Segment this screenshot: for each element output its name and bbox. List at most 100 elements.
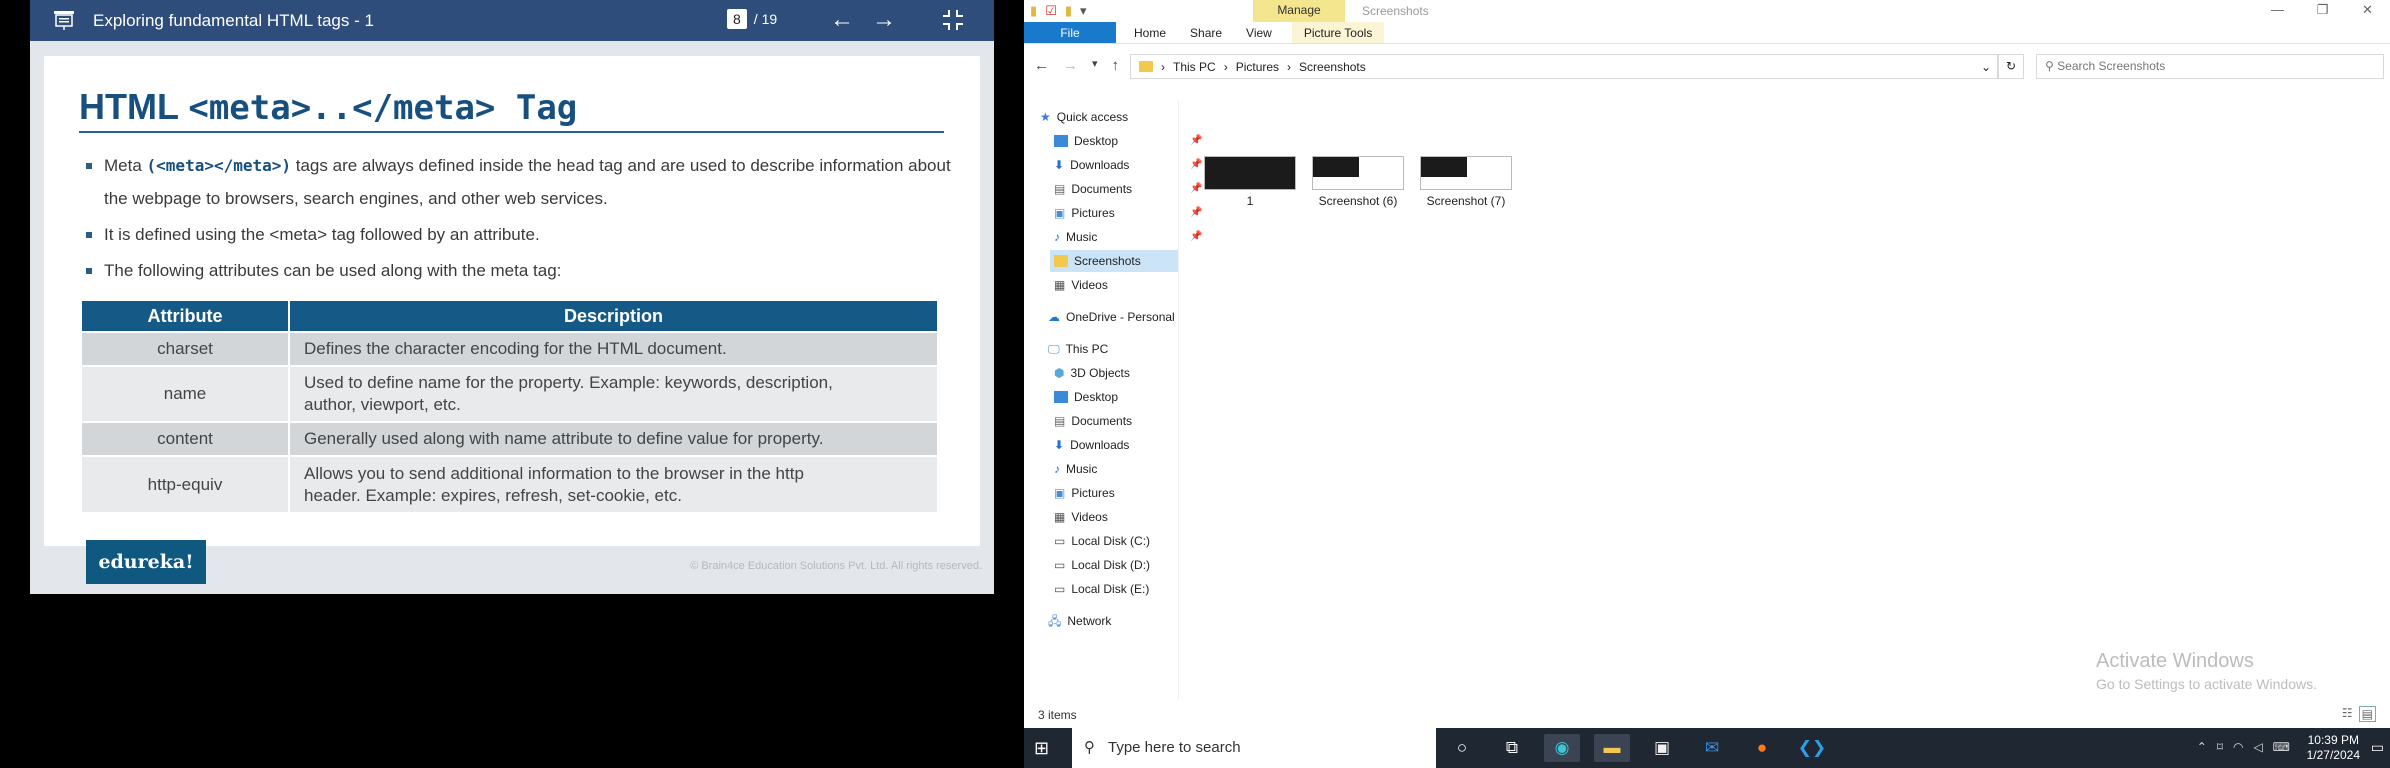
cell-description: Allows you to send additional informatio…	[289, 455, 937, 512]
nav-item-videos[interactable]: ▦ Videos	[1054, 506, 1108, 528]
chevron-up-icon[interactable]: ⌃	[2197, 740, 2207, 754]
address-dropdown-icon[interactable]: ⌄	[1981, 60, 1991, 74]
cortana-icon[interactable]: ○	[1444, 734, 1480, 762]
nav-item-documents[interactable]: ▤ Documents 📌	[1054, 178, 1202, 200]
bullet-item: Meta (<meta></meta>) tags are always def…	[84, 149, 954, 215]
clock-time: 10:39 PM	[2307, 733, 2359, 747]
nav-item-local-disk-d[interactable]: ▭ Local Disk (D:)	[1054, 554, 1150, 576]
document-icon: ▤	[1054, 182, 1066, 196]
next-arrow-icon[interactable]: →	[872, 8, 896, 32]
cell-description: Generally used along with name attribute…	[289, 421, 937, 456]
bluetooth-icon[interactable]: ⌑	[2217, 740, 2223, 754]
exit-fullscreen-icon[interactable]	[942, 9, 964, 31]
bullet-item: The following attributes can be used alo…	[84, 254, 954, 287]
volume-icon[interactable]: ◁	[2253, 740, 2262, 754]
nav-label: Desktop	[1074, 390, 1119, 404]
address-bar-row: ← → ▾ ↑ › This PC › Pictures › Screensho…	[1024, 52, 2390, 81]
manage-context-tab[interactable]: Manage	[1253, 0, 1345, 22]
taskbar-search-input[interactable]: ⚲ Type here to search	[1072, 728, 1436, 768]
cloud-icon: ☁	[1048, 310, 1060, 324]
nav-item-screenshots[interactable]: Screenshots	[1050, 250, 1178, 272]
tab-share[interactable]: Share	[1178, 22, 1234, 43]
nav-label: Documents	[1071, 182, 1133, 196]
breadcrumb-this-pc[interactable]: This PC	[1173, 60, 1216, 74]
minimize-icon[interactable]: —	[2255, 0, 2300, 20]
desktop-icon	[1054, 391, 1068, 403]
restore-icon[interactable]: ❐	[2300, 0, 2345, 20]
keyboard-icon[interactable]: ⌨	[2273, 740, 2290, 754]
file-name: 1	[1246, 194, 1254, 208]
nav-item-pictures[interactable]: ▣ Pictures 📌	[1054, 202, 1202, 224]
up-arrow-icon[interactable]: ↑	[1112, 57, 1120, 74]
file-item[interactable]: Screenshot (6)	[1312, 156, 1404, 208]
navigation-buttons: ← → ▾ ↑	[1034, 57, 1119, 74]
col-header-description: Description	[289, 301, 937, 332]
edge-icon[interactable]: ◉	[1544, 734, 1580, 762]
customize-dropdown-icon[interactable]: ▾	[1080, 3, 1087, 19]
close-icon[interactable]: ✕	[2345, 0, 2390, 20]
recent-dropdown-icon[interactable]: ▾	[1092, 57, 1098, 74]
tab-view[interactable]: View	[1234, 22, 1284, 43]
file-explorer-icon[interactable]: ▬	[1594, 734, 1630, 762]
breadcrumb-screenshots[interactable]: Screenshots	[1299, 60, 1366, 74]
nav-onedrive[interactable]: ☁ OneDrive - Personal	[1048, 306, 1175, 328]
nav-this-pc[interactable]: 🖵 This PC	[1048, 338, 1108, 360]
viewer-window: Exploring fundamental HTML tags - 1 8 / …	[30, 0, 994, 594]
file-item[interactable]: Screenshot (7)	[1420, 156, 1512, 208]
cell-description: Used to define name for the property. Ex…	[289, 365, 937, 422]
page-current-input[interactable]: 8	[727, 9, 747, 29]
address-bar[interactable]: › This PC › Pictures › Screenshots ⌄	[1130, 54, 1998, 79]
refresh-icon[interactable]: ↻	[1998, 54, 2024, 79]
taskbar-search-placeholder: Type here to search	[1108, 739, 1241, 756]
tab-picture-tools[interactable]: Picture Tools	[1291, 22, 1385, 43]
mail-icon[interactable]: ✉	[1694, 734, 1730, 762]
slide-title-html: HTML	[79, 86, 179, 127]
nav-item-videos[interactable]: ▦ Videos	[1054, 274, 1108, 296]
large-icons-view-icon[interactable]: ▤	[2358, 706, 2376, 722]
previous-arrow-icon[interactable]: ←	[830, 8, 854, 32]
nav-network[interactable]: 🖧 Network	[1048, 610, 1111, 632]
nav-label: 3D Objects	[1070, 366, 1130, 380]
forward-arrow-icon[interactable]: →	[1063, 57, 1078, 74]
nav-label: Pictures	[1071, 486, 1115, 500]
details-view-icon[interactable]: ☷	[2342, 706, 2353, 722]
back-arrow-icon[interactable]: ←	[1034, 57, 1049, 74]
firefox-icon[interactable]: ●	[1744, 734, 1780, 762]
nav-item-downloads[interactable]: ⬇ Downloads 📌	[1054, 154, 1202, 176]
search-input[interactable]: ⚲ Search Screenshots	[2036, 54, 2384, 79]
view-toggles: ☷ ▤	[2342, 706, 2376, 722]
copyright-text: © Brain4ce Education Solutions Pvt. Ltd.…	[690, 560, 982, 572]
file-item[interactable]: 1	[1204, 156, 1296, 208]
nav-item-documents[interactable]: ▤ Documents	[1054, 410, 1132, 432]
new-folder-icon[interactable]: ▮	[1065, 3, 1072, 19]
slide-title: HTML <meta>..</meta> Tag	[79, 86, 577, 128]
pin-icon: 📌	[1190, 231, 1203, 242]
tab-home[interactable]: Home	[1116, 22, 1178, 43]
store-icon[interactable]: ▣	[1644, 734, 1680, 762]
properties-icon[interactable]: ☑	[1045, 3, 1057, 19]
chevron-right-icon: ›	[1287, 59, 1292, 74]
pin-icon: 📌	[1190, 183, 1203, 194]
nav-item-music[interactable]: ♪ Music 📌	[1054, 226, 1202, 248]
windows-start-icon[interactable]: ⊞	[1034, 738, 1049, 759]
task-view-icon[interactable]: ⧉	[1494, 734, 1530, 762]
nav-item-local-disk-c[interactable]: ▭ Local Disk (C:)	[1054, 530, 1150, 552]
vscode-icon[interactable]: ❮❯	[1794, 734, 1830, 762]
wifi-icon[interactable]: ◠	[2233, 740, 2243, 754]
nav-item-desktop[interactable]: Desktop 📌	[1054, 130, 1202, 152]
thumbnail	[1204, 156, 1296, 190]
table-row: name Used to define name for the property…	[82, 365, 937, 422]
tab-file[interactable]: File	[1024, 22, 1116, 43]
nav-item-pictures[interactable]: ▣ Pictures	[1054, 482, 1115, 504]
cell-description: Defines the character encoding for the H…	[289, 331, 937, 366]
clock[interactable]: 10:39 PM 1/27/2024	[2307, 733, 2360, 763]
nav-item-desktop[interactable]: Desktop	[1054, 386, 1118, 408]
nav-item-local-disk-e[interactable]: ▭ Local Disk (E:)	[1054, 578, 1149, 600]
breadcrumb-pictures[interactable]: Pictures	[1236, 60, 1279, 74]
nav-item-music[interactable]: ♪ Music	[1054, 458, 1097, 480]
nav-quick-access[interactable]: ★ Quick access	[1040, 106, 1128, 128]
nav-label: This PC	[1065, 342, 1109, 356]
nav-item-downloads[interactable]: ⬇ Downloads	[1054, 434, 1129, 456]
nav-item-3d-objects[interactable]: ⬢ 3D Objects	[1054, 362, 1130, 384]
notifications-icon[interactable]: ▭	[2371, 739, 2384, 756]
